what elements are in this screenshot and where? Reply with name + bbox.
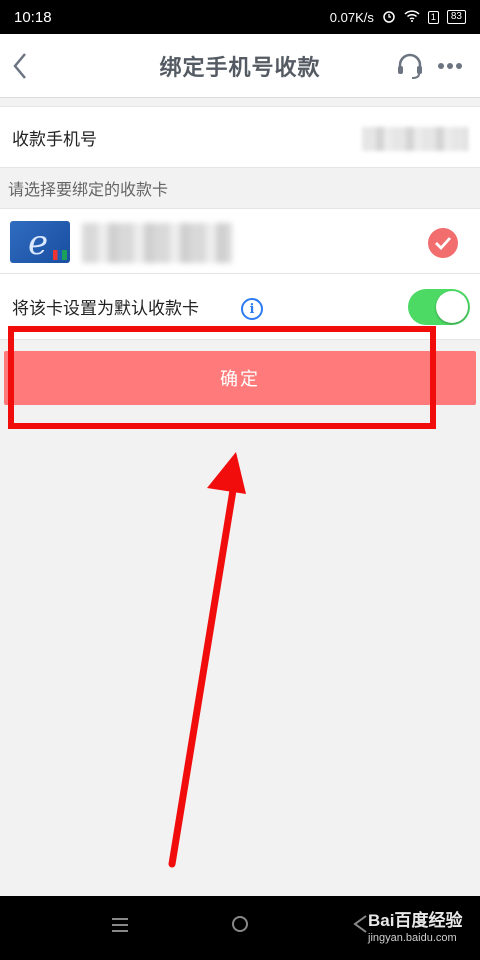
watermark-url: jingyan.baidu.com bbox=[368, 932, 457, 944]
watermark: Bai百度经验 jingyan.baidu.com bbox=[368, 906, 476, 950]
watermark-logo: Bai百度经验 bbox=[368, 911, 463, 930]
annotation-arrow-icon bbox=[168, 452, 246, 868]
menu-icon[interactable] bbox=[112, 918, 128, 932]
back-triangle-icon[interactable] bbox=[352, 914, 368, 934]
home-icon[interactable] bbox=[232, 916, 248, 932]
